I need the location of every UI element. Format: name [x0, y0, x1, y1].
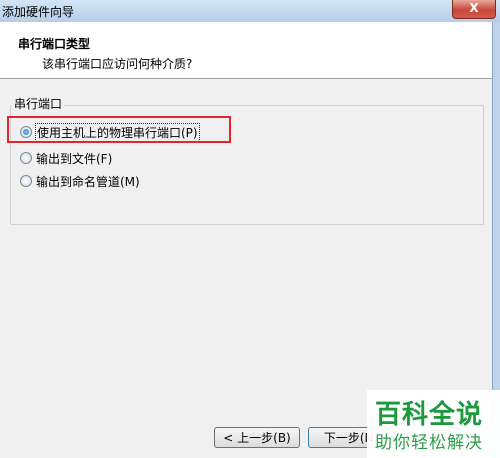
close-button[interactable]: X — [452, 0, 496, 19]
radio-unchecked-icon[interactable] — [20, 175, 32, 187]
annotation-highlight-box — [7, 116, 231, 143]
page-subtitle: 该串行端口应访问何种介质? — [42, 57, 193, 71]
radio-label: 输出到文件(F) — [36, 151, 113, 166]
watermark-sub-text: 助你轻松解决 — [375, 433, 483, 453]
radio-named-pipe[interactable]: 输出到命名管道(M) — [20, 172, 140, 190]
radio-label: 输出到命名管道(M) — [36, 174, 140, 189]
watermark-main-text: 百科全说 — [375, 400, 484, 430]
title-bar[interactable]: 添加硬件向导 X — [0, 0, 500, 22]
wizard-header: 串行端口类型 该串行端口应访问何种介质? — [0, 22, 492, 79]
page-title: 串行端口类型 — [18, 37, 91, 51]
window-title: 添加硬件向导 — [2, 5, 75, 19]
radio-unchecked-icon[interactable] — [20, 152, 32, 164]
radio-output-file[interactable]: 输出到文件(F) — [20, 149, 112, 167]
add-hardware-wizard-window: 添加硬件向导 X 串行端口类型 该串行端口应访问何种介质? 串行端口 使用主机上… — [0, 0, 500, 458]
back-button[interactable]: < 上一步(B) — [214, 427, 300, 448]
watermark-logo: 百科全说 助你轻松解决 — [367, 390, 500, 458]
groupbox-label: 串行端口 — [12, 95, 65, 112]
